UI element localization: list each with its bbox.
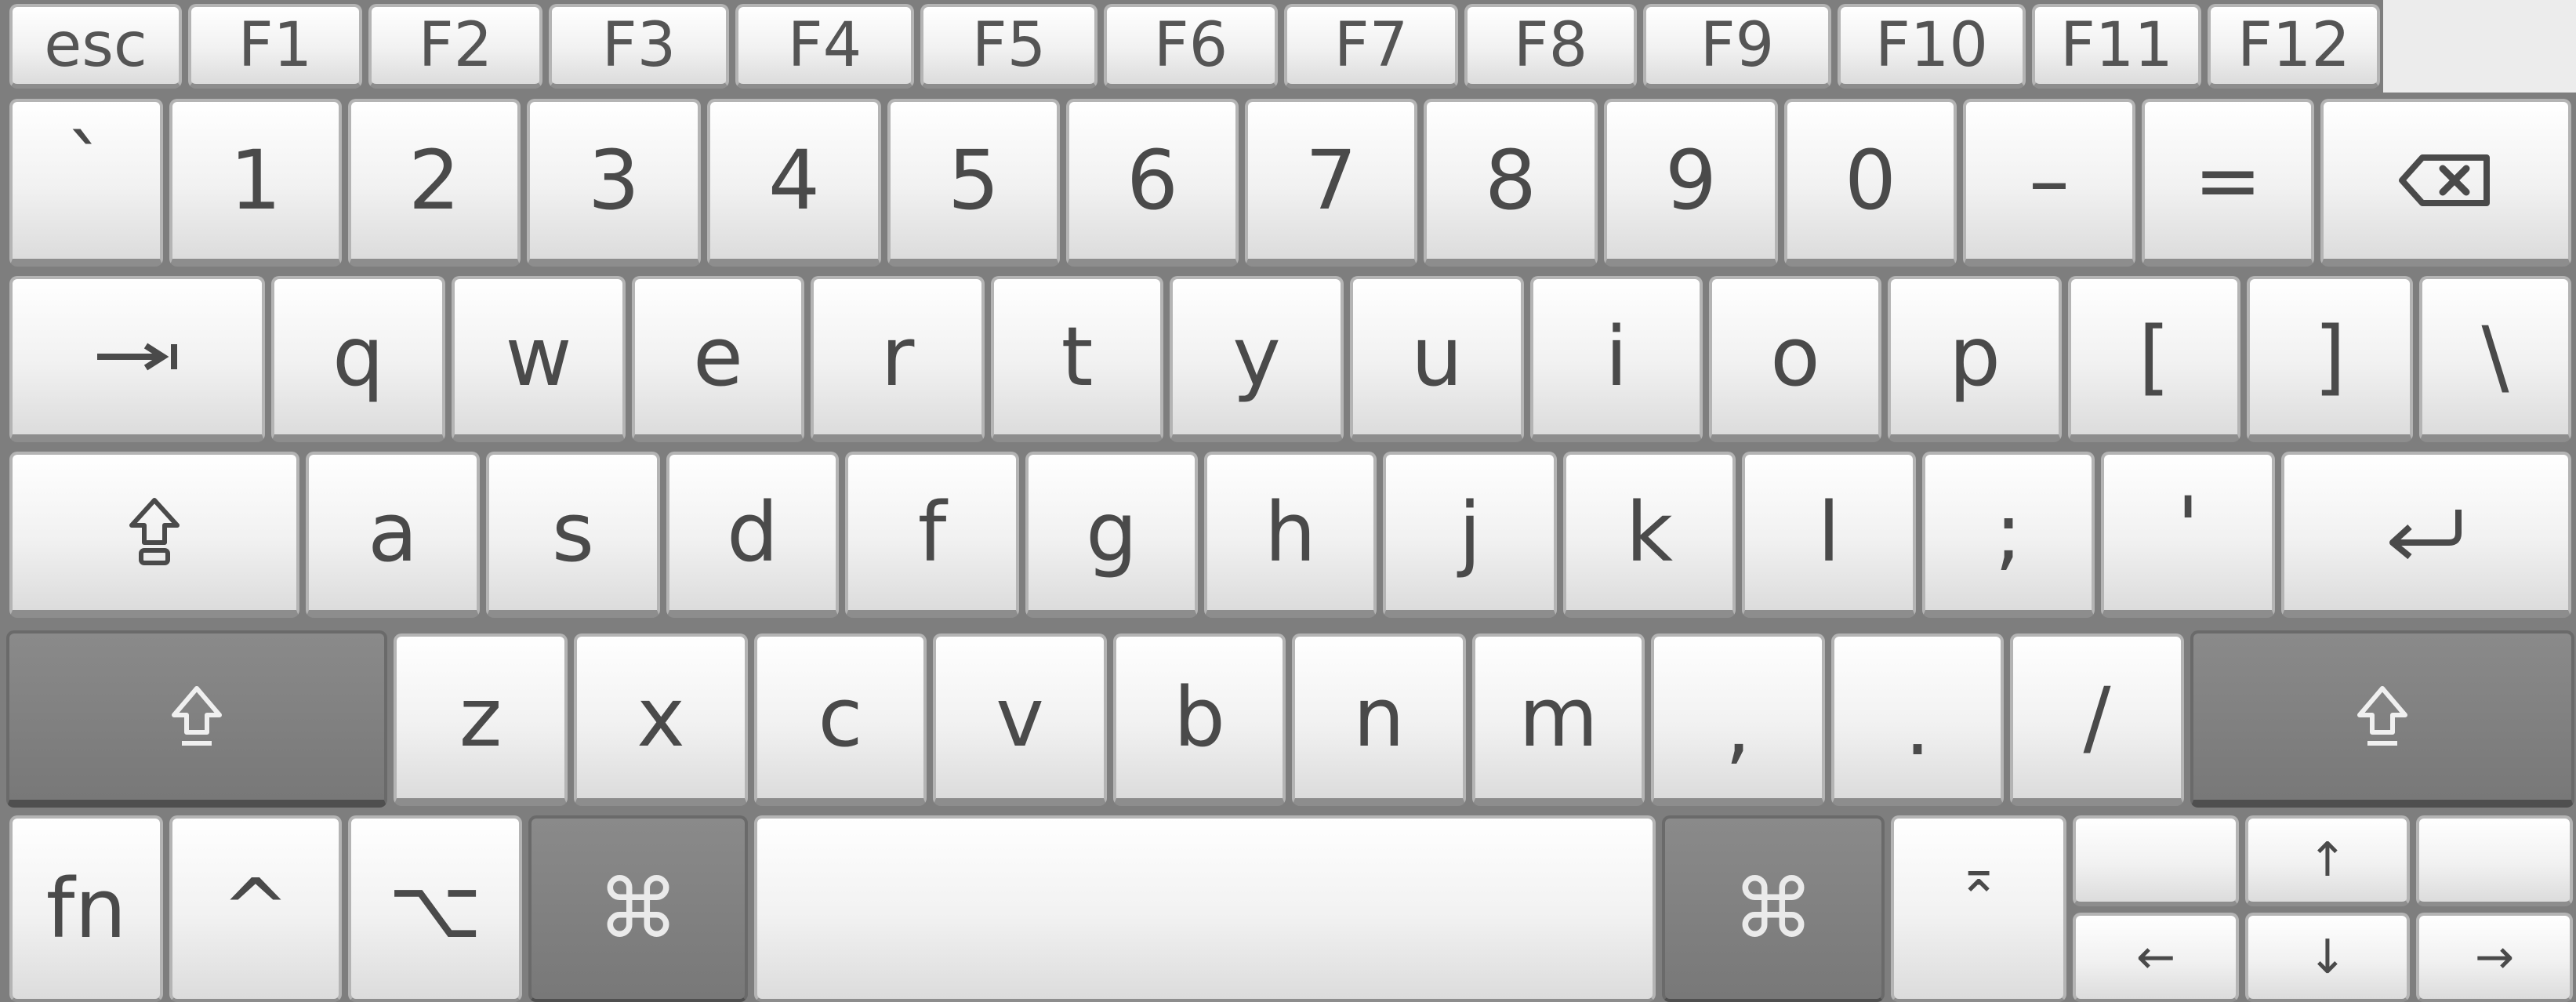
option-key[interactable]: ⌥ bbox=[348, 815, 522, 1002]
return-key[interactable] bbox=[2281, 452, 2571, 618]
space-bar[interactable] bbox=[754, 815, 1656, 1002]
4-key[interactable]: 4 bbox=[707, 99, 881, 267]
n-key[interactable]: n bbox=[1292, 634, 1466, 806]
i-key[interactable]: i bbox=[1530, 276, 1703, 442]
equals-key[interactable]: = bbox=[2142, 99, 2314, 267]
delete-icon bbox=[2399, 153, 2493, 208]
tab-icon bbox=[94, 341, 180, 372]
f12-key[interactable]: F12 bbox=[2208, 4, 2380, 89]
l-key[interactable]: l bbox=[1742, 452, 1916, 618]
y-key[interactable]: y bbox=[1170, 276, 1344, 442]
9-key[interactable]: 9 bbox=[1604, 99, 1778, 267]
u-key[interactable]: u bbox=[1350, 276, 1524, 442]
f10-key[interactable]: F10 bbox=[1838, 4, 2026, 89]
semicolon-key[interactable]: ; bbox=[1922, 452, 2095, 618]
f11-key[interactable]: F11 bbox=[2032, 4, 2201, 89]
right-arrow-key[interactable]: → bbox=[2416, 913, 2573, 1002]
minus-key[interactable]: – bbox=[1963, 99, 2135, 267]
right-bracket-key[interactable]: ] bbox=[2247, 276, 2413, 442]
h-key[interactable]: h bbox=[1204, 452, 1377, 618]
f3-key[interactable]: F3 bbox=[549, 4, 729, 89]
f6-key[interactable]: F6 bbox=[1104, 4, 1278, 89]
control-key[interactable]: ^ bbox=[169, 815, 342, 1002]
f1-key[interactable]: F1 bbox=[188, 4, 362, 89]
down-arrow-key[interactable]: ↓ bbox=[2245, 913, 2410, 1002]
2-key[interactable]: 2 bbox=[348, 99, 521, 267]
f-key[interactable]: f bbox=[845, 452, 1019, 618]
comma-key[interactable]: , bbox=[1651, 634, 1825, 806]
blank-key-right bbox=[2416, 815, 2573, 906]
f8-key[interactable]: F8 bbox=[1464, 4, 1637, 89]
delete-key[interactable] bbox=[2320, 99, 2571, 267]
eject-key[interactable]: ⌅ bbox=[1891, 815, 2066, 1002]
blank-key-left bbox=[2073, 815, 2239, 906]
6-key[interactable]: 6 bbox=[1066, 99, 1239, 267]
f4-key[interactable]: F4 bbox=[735, 4, 914, 89]
period-key[interactable]: . bbox=[1831, 634, 2004, 806]
shift-icon bbox=[2355, 685, 2410, 748]
top-right-blank bbox=[2383, 0, 2576, 93]
w-key[interactable]: w bbox=[452, 276, 626, 442]
8-key[interactable]: 8 bbox=[1424, 99, 1598, 267]
a-key[interactable]: a bbox=[306, 452, 480, 618]
virtual-keyboard: esc F1 F2 F3 F4 F5 F6 F7 F8 F9 F10 F11 F… bbox=[0, 0, 2576, 1002]
tab-key[interactable] bbox=[9, 276, 265, 442]
right-shift-key[interactable] bbox=[2190, 630, 2574, 808]
3-key[interactable]: 3 bbox=[527, 99, 701, 267]
d-key[interactable]: d bbox=[666, 452, 839, 618]
left-command-key[interactable]: ⌘ bbox=[528, 815, 748, 1002]
7-key[interactable]: 7 bbox=[1245, 99, 1417, 267]
esc-key[interactable]: esc bbox=[9, 4, 182, 89]
left-shift-key[interactable] bbox=[6, 630, 387, 808]
z-key[interactable]: z bbox=[394, 634, 568, 806]
q-key[interactable]: q bbox=[271, 276, 445, 442]
r-key[interactable]: r bbox=[811, 276, 985, 442]
shift-icon bbox=[169, 685, 224, 748]
f9-key[interactable]: F9 bbox=[1643, 4, 1831, 89]
up-arrow-key[interactable]: ↑ bbox=[2245, 815, 2410, 906]
c-key[interactable]: c bbox=[754, 634, 927, 806]
v-key[interactable]: v bbox=[933, 634, 1107, 806]
caps-lock-key[interactable] bbox=[9, 452, 299, 618]
o-key[interactable]: o bbox=[1709, 276, 1881, 442]
0-key[interactable]: 0 bbox=[1784, 99, 1957, 267]
left-bracket-key[interactable]: [ bbox=[2068, 276, 2240, 442]
f7-key[interactable]: F7 bbox=[1284, 4, 1458, 89]
right-command-key[interactable]: ⌘ bbox=[1662, 815, 1885, 1002]
fn-key[interactable]: fn bbox=[9, 815, 163, 1002]
b-key[interactable]: b bbox=[1113, 634, 1286, 806]
1-key[interactable]: 1 bbox=[169, 99, 342, 267]
slash-key[interactable]: / bbox=[2010, 634, 2184, 806]
s-key[interactable]: s bbox=[486, 452, 660, 618]
left-arrow-key[interactable]: ← bbox=[2073, 913, 2239, 1002]
return-icon bbox=[2383, 505, 2469, 560]
t-key[interactable]: t bbox=[991, 276, 1163, 442]
x-key[interactable]: x bbox=[574, 634, 748, 806]
caps-lock-icon bbox=[127, 497, 182, 568]
apostrophe-key[interactable]: ' bbox=[2101, 452, 2275, 618]
5-key[interactable]: 5 bbox=[887, 99, 1060, 267]
k-key[interactable]: k bbox=[1563, 452, 1736, 618]
e-key[interactable]: e bbox=[632, 276, 804, 442]
backtick-key[interactable]: ` bbox=[9, 99, 163, 267]
f5-key[interactable]: F5 bbox=[920, 4, 1098, 89]
p-key[interactable]: p bbox=[1888, 276, 2062, 442]
g-key[interactable]: g bbox=[1025, 452, 1198, 618]
f2-key[interactable]: F2 bbox=[368, 4, 542, 89]
m-key[interactable]: m bbox=[1472, 634, 1645, 806]
j-key[interactable]: j bbox=[1383, 452, 1557, 618]
backslash-key[interactable]: \ bbox=[2419, 276, 2571, 442]
